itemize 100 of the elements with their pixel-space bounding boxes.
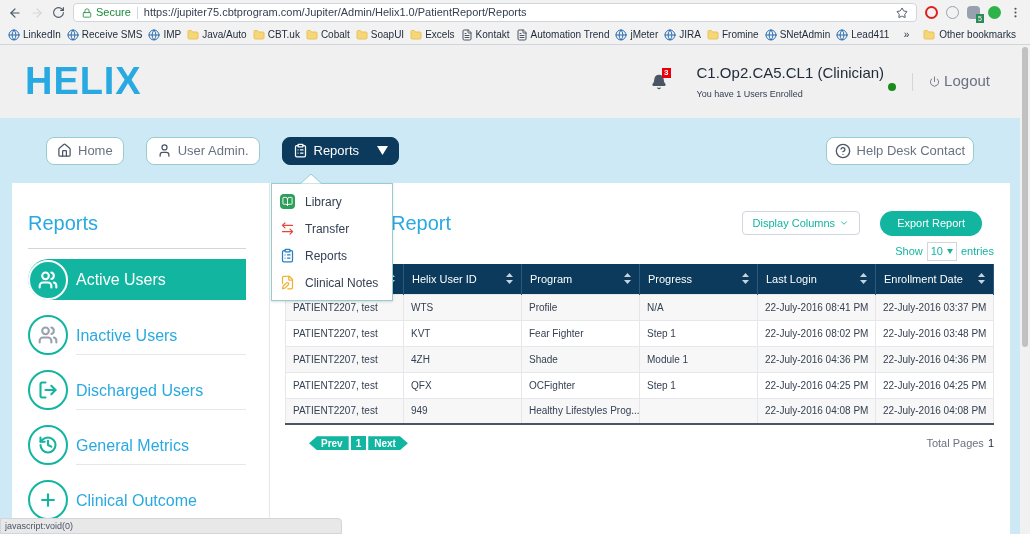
table-cell: 22-July-2016 04:25 PM <box>875 372 994 398</box>
caret-icon <box>839 218 850 228</box>
report-title: Report <box>391 211 452 236</box>
globe-icon <box>148 28 161 41</box>
sort-icon[interactable] <box>624 273 631 285</box>
folder-icon <box>252 28 265 41</box>
logout-link[interactable]: Logout <box>929 70 990 93</box>
total-pages-value: 1 <box>987 436 994 451</box>
history-icon <box>28 424 68 465</box>
swap-arrows-icon <box>280 221 295 236</box>
globe-icon <box>8 28 20 41</box>
table-cell: 22-July-2016 03:37 PM <box>875 294 994 320</box>
bookmark-item[interactable]: jMeter <box>615 27 659 42</box>
nav-button[interactable]: Home <box>46 136 124 165</box>
entries-label: entries <box>960 244 994 260</box>
bookmark-item[interactable]: Receive SMS <box>66 27 143 42</box>
bookmark-item[interactable]: Cobalt <box>305 27 350 42</box>
bookmark-item[interactable]: SoapUI <box>355 27 405 42</box>
table-cell: WTS <box>403 294 522 320</box>
globe-icon <box>615 28 628 41</box>
column-header[interactable]: Helix User ID <box>403 264 522 294</box>
page-icon <box>515 28 528 41</box>
sort-icon[interactable] <box>506 273 513 285</box>
bookmark-item[interactable]: Java/Auto <box>187 27 247 42</box>
column-header[interactable]: Enrollment Date <box>875 264 994 294</box>
table-cell: 22-July-2016 04:36 PM <box>757 346 876 372</box>
scrollbar-thumb[interactable] <box>1022 47 1028 347</box>
bookmark-item[interactable]: Fromine <box>706 27 759 42</box>
caret-icon <box>946 249 953 254</box>
column-header[interactable]: Last Login <box>757 264 876 294</box>
help-desk-button[interactable]: Help Desk Contact <box>825 136 974 165</box>
sidebar-title: Reports <box>28 208 246 249</box>
table-cell: QFX <box>403 372 522 398</box>
bookmarks-overflow[interactable]: » <box>903 27 910 42</box>
lock-icon <box>82 7 92 18</box>
users-icon <box>28 314 68 355</box>
bookmark-item[interactable]: Other bookmarks <box>923 27 1016 42</box>
bookmark-item[interactable]: Automation Trend <box>515 27 610 42</box>
bookmark-item[interactable]: JIRA <box>664 27 701 42</box>
bookmark-item[interactable]: CBT.uk <box>252 27 300 42</box>
column-header[interactable]: Program <box>521 264 640 294</box>
nav-button[interactable]: User Admin. <box>145 136 260 165</box>
bookmark-item[interactable]: Lead411 <box>836 27 890 42</box>
globe-icon <box>836 28 849 41</box>
status-bar: javascript:void(0) <box>0 518 342 534</box>
globe-icon <box>764 28 777 41</box>
person-icon <box>156 143 172 158</box>
table-cell: 4ZH <box>403 346 522 372</box>
folder-icon <box>305 28 318 41</box>
table-cell: Shade <box>521 346 640 372</box>
table-cell: N/A <box>639 294 758 320</box>
menu-item[interactable]: Transfer <box>272 215 392 242</box>
page-icon <box>460 28 473 41</box>
secure-label: Secure <box>96 5 131 21</box>
sort-icon[interactable] <box>978 273 985 285</box>
reload-icon[interactable] <box>52 6 65 19</box>
table-cell: PATIENT2207, test <box>285 346 404 372</box>
bookmark-item[interactable]: Excels <box>410 27 455 42</box>
menu-item[interactable]: Reports <box>272 242 392 269</box>
menu-item[interactable]: Clinical Notes <box>272 269 392 296</box>
users-icon <box>28 259 68 300</box>
table-cell: PATIENT2207, test <box>285 398 404 424</box>
show-label: Show <box>895 244 923 260</box>
globe-icon <box>66 28 79 41</box>
bookmark-item[interactable]: LinkedIn <box>8 27 61 42</box>
folder-icon <box>187 28 200 41</box>
table-cell: Fear Fighter <box>521 320 640 346</box>
power-icon <box>929 76 941 87</box>
extension-icon[interactable] <box>967 6 980 19</box>
table-cell: 22-July-2016 08:02 PM <box>757 320 876 346</box>
bookmark-item[interactable]: Kontakt <box>460 27 510 42</box>
table-cell: Step 1 <box>639 320 758 346</box>
bell-icon[interactable] <box>650 73 667 90</box>
total-pages-label: Total Pages <box>926 436 984 451</box>
table-cell: Step 1 <box>639 372 758 398</box>
help-icon <box>834 142 851 159</box>
sort-icon[interactable] <box>860 273 867 285</box>
nav-button[interactable]: Reports <box>281 136 400 165</box>
sort-icon[interactable] <box>742 273 749 285</box>
folder-icon <box>923 28 936 41</box>
folder-icon <box>410 28 423 41</box>
table-cell: Profile <box>521 294 640 320</box>
table-cell: 22-July-2016 03:48 PM <box>875 320 994 346</box>
address-bar[interactable]: Secure https://jupiter75.cbtprogram.com/Jupiter/Admin/Helix1.0/PatientReport/Reports <box>73 3 917 22</box>
column-header[interactable]: Progress <box>639 264 758 294</box>
bookmark-item[interactable]: IMP <box>148 27 182 42</box>
notification-badge: 3 <box>662 67 671 78</box>
star-icon[interactable] <box>896 6 908 19</box>
enrolled-text: You have 1 Users Enrolled <box>696 87 804 101</box>
extension-icon[interactable] <box>925 6 938 19</box>
clipboard-icon <box>292 143 308 158</box>
exit-icon <box>28 369 68 410</box>
table-cell: PATIENT2207, test <box>285 372 404 398</box>
clipboard-icon <box>280 248 295 263</box>
table-cell: Module 1 <box>639 346 758 372</box>
plus-icon <box>28 479 68 520</box>
back-icon[interactable] <box>8 5 22 20</box>
menu-item[interactable]: Library <box>272 188 392 215</box>
bookmark-item[interactable]: SNetAdmin <box>764 27 831 42</box>
table-cell: 22-July-2016 08:41 PM <box>757 294 876 320</box>
